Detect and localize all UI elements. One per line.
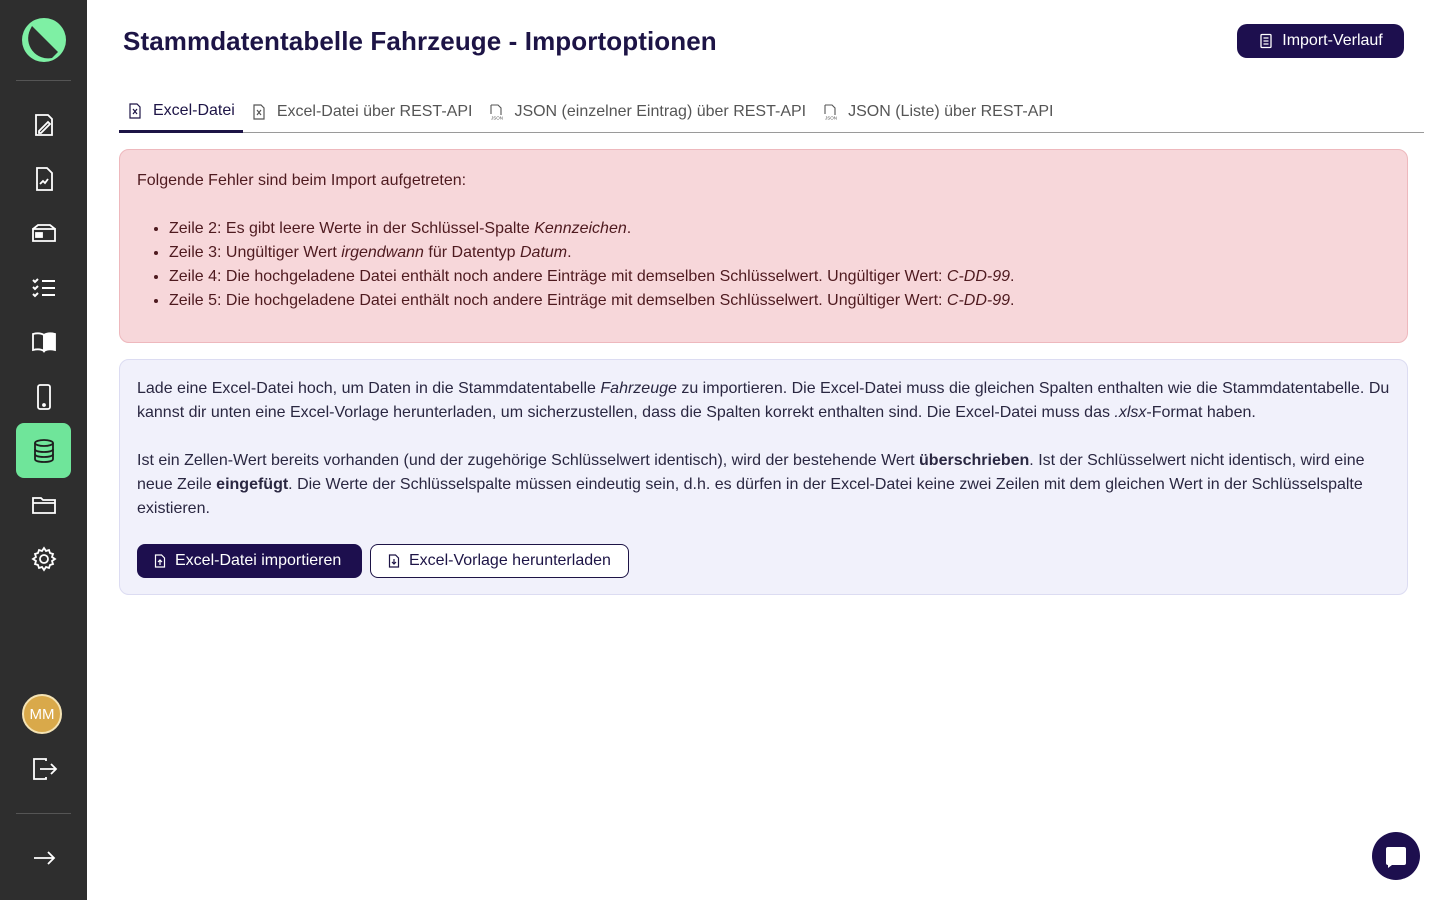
checklist-icon (31, 277, 55, 297)
error-item: Zeile 2: Es gibt leere Werte in der Schl… (169, 217, 1390, 241)
error-item: Zeile 3: Ungültiger Wert irgendwann für … (169, 241, 1390, 265)
tab-json-single-rest-api[interactable]: JSON JSON (einzelner Eintrag) über REST-… (480, 92, 814, 132)
svg-text:JSON: JSON (825, 116, 837, 121)
database-icon (33, 438, 54, 463)
info-actions: Excel-Datei importieren Excel-Vorlage he… (137, 544, 629, 578)
error-item: Zeile 5: Die hochgeladene Datei enthält … (169, 289, 1390, 313)
alert-heading: Folgende Fehler sind beim Import aufgetr… (137, 172, 467, 189)
import-history-button[interactable]: Import-Verlauf (1237, 24, 1404, 58)
settings-icon (30, 545, 57, 572)
error-list: Zeile 2: Es gibt leere Werte in der Schl… (137, 217, 1390, 313)
error-item: Zeile 4: Die hochgeladene Datei enthält … (169, 265, 1390, 289)
nav-checklist[interactable] (16, 260, 71, 315)
svg-text:JSON: JSON (491, 116, 503, 121)
nav-reports[interactable] (16, 151, 71, 206)
info-paragraph-upload: Lade eine Excel-Datei hoch, um Daten in … (137, 380, 1390, 421)
user-avatar[interactable]: MM (22, 694, 62, 734)
tab-label: JSON (einzelner Eintrag) über REST-API (514, 103, 807, 120)
tab-json-list-rest-api[interactable]: JSON JSON (Liste) über REST-API (814, 92, 1061, 132)
page-title: Stammdatentabelle Fahrzeuge - Importopti… (123, 26, 717, 56)
nav-settings[interactable] (16, 531, 71, 586)
nav-mobile[interactable] (16, 369, 71, 424)
inbox-icon (31, 223, 56, 242)
file-download-icon (388, 554, 400, 568)
info-paragraph-overwrite: Ist ein Zellen-Wert bereits vorhanden (u… (137, 452, 1365, 517)
excel-file-icon (253, 104, 265, 120)
edit-document-icon (34, 113, 53, 136)
sidebar: MM (0, 0, 87, 900)
download-template-button[interactable]: Excel-Vorlage herunterladen (370, 544, 629, 578)
chat-launcher-button[interactable] (1372, 832, 1420, 880)
nav-folder[interactable] (16, 477, 71, 532)
app-logo[interactable] (22, 18, 66, 62)
nav-database[interactable] (16, 423, 71, 478)
import-tabs: Excel-Datei Excel-Datei über REST-API JS… (119, 92, 1424, 133)
report-icon (35, 166, 53, 191)
folder-icon (31, 496, 56, 514)
sidebar-divider-bottom (16, 813, 71, 814)
excel-file-icon (129, 103, 141, 119)
tab-label: Excel-Datei über REST-API (276, 103, 473, 120)
tab-excel-file[interactable]: Excel-Datei (119, 92, 243, 133)
logout-button[interactable] (16, 741, 71, 796)
nav-inbox[interactable] (16, 206, 71, 261)
tab-excel-rest-api[interactable]: Excel-Datei über REST-API (243, 92, 481, 132)
import-excel-button[interactable]: Excel-Datei importieren (137, 544, 362, 578)
import-history-label: Import-Verlauf (1282, 32, 1383, 49)
avatar-initials: MM (29, 705, 55, 723)
import-error-alert: Folgende Fehler sind beim Import aufgetr… (119, 149, 1408, 343)
expand-sidebar-button[interactable] (16, 830, 71, 885)
arrow-right-icon (33, 850, 55, 865)
json-file-icon: JSON (824, 104, 837, 121)
nav-book[interactable] (16, 314, 71, 369)
download-template-label: Excel-Vorlage herunterladen (409, 552, 611, 569)
document-icon (1260, 33, 1272, 49)
logout-icon (32, 757, 57, 780)
book-icon (31, 331, 56, 353)
sidebar-divider (16, 80, 71, 81)
tab-label: Excel-Datei (153, 102, 235, 119)
tab-label: JSON (Liste) über REST-API (848, 103, 1054, 120)
mobile-icon (36, 383, 51, 410)
file-upload-icon (154, 554, 166, 568)
chat-icon (1386, 847, 1406, 868)
nav-edit-document[interactable] (16, 97, 71, 152)
import-info-panel: Lade eine Excel-Datei hoch, um Daten in … (119, 359, 1408, 595)
json-file-icon: JSON (490, 104, 503, 121)
import-excel-label: Excel-Datei importieren (175, 552, 342, 569)
